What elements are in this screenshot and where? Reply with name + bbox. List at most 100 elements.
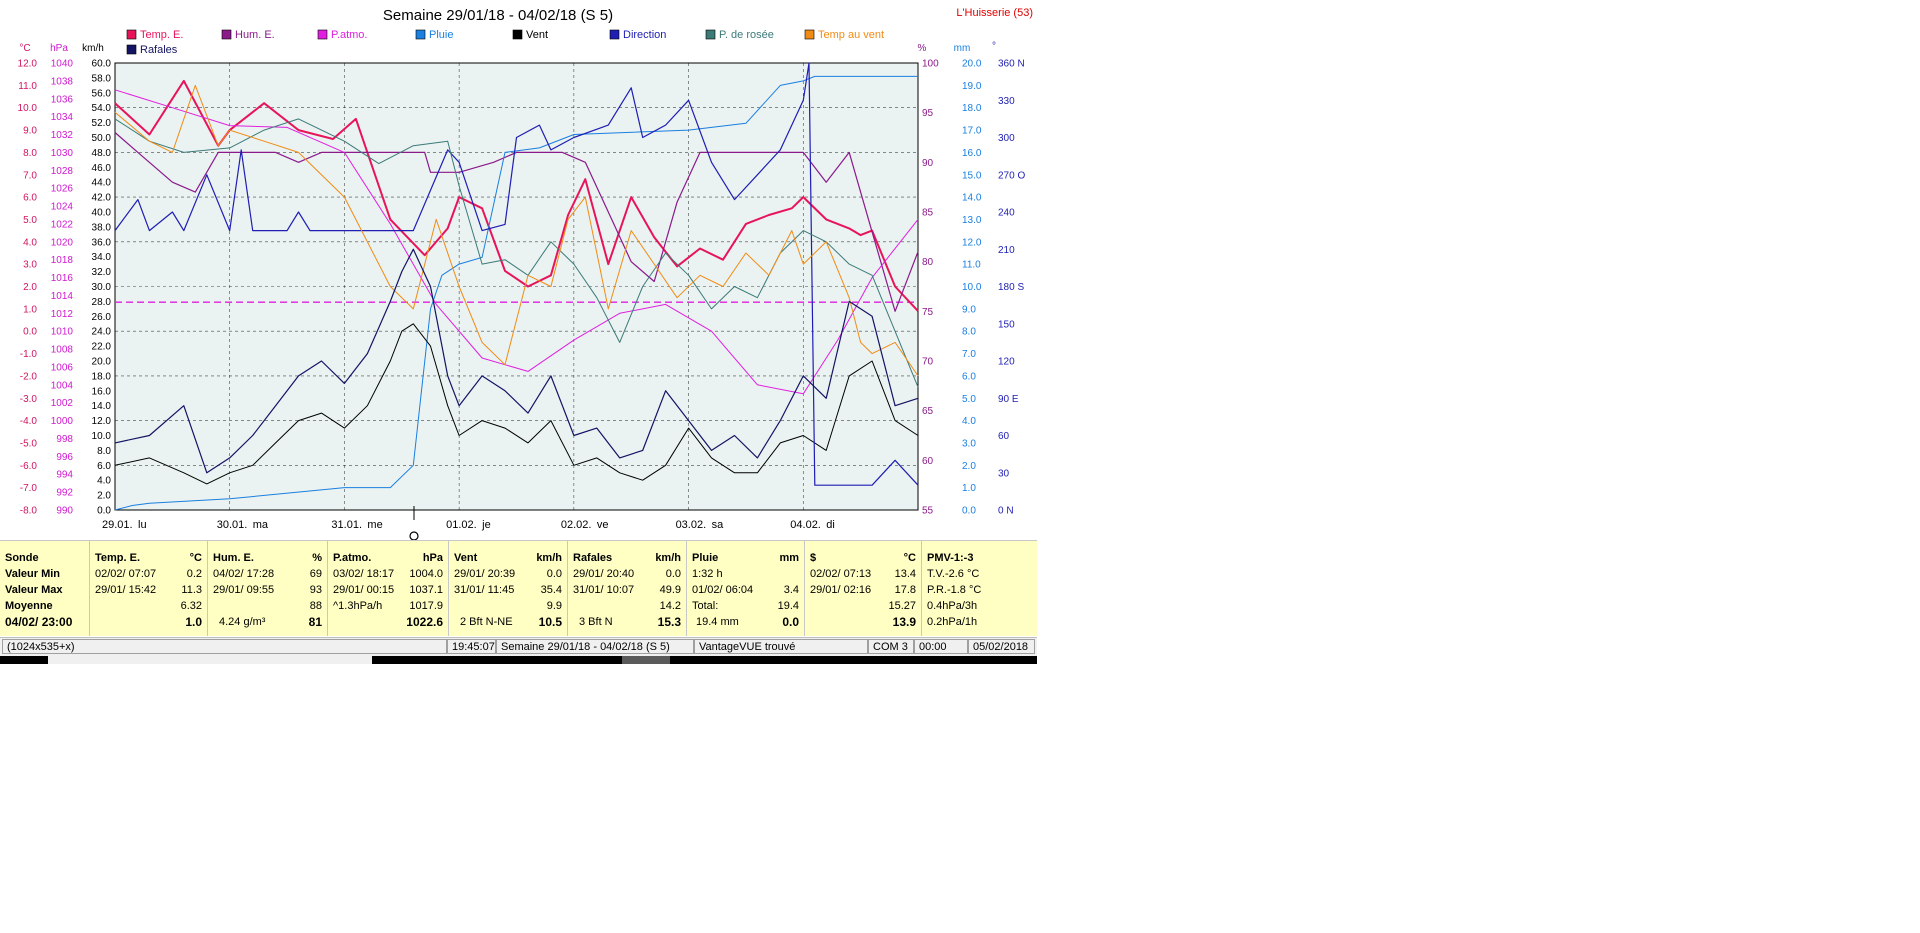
stats-col-gust: Rafales km/h 29/01/ 20:40 0.0 31/01/ 10:07… (568, 541, 687, 636)
x-date-6: 04.02. (790, 519, 821, 531)
legend-label-2: P.atmo. (331, 29, 368, 41)
tick-dir-2: 300 (998, 133, 1015, 144)
rain-duration: 1:32 h (692, 568, 723, 580)
temp-unit: °C (189, 552, 202, 564)
tick-wind-24: 12.0 (92, 416, 112, 427)
weather-app-window: Semaine 29/01/18 - 04/02/18 (S 5) L'Huis… (0, 0, 1037, 667)
tick-dir-7: 150 (998, 319, 1015, 330)
status-bar: (1024x535+x) 19:45:07 Semaine 29/01/18 -… (0, 637, 1037, 656)
rain-max-time: 01/02/ 06:04 (692, 584, 754, 596)
temp-title: Temp. E. (95, 552, 141, 564)
tick-temp-9: 3.0 (23, 260, 37, 271)
tick-wind-11: 38.0 (92, 222, 112, 233)
tick-rain-18: 2.0 (962, 461, 976, 472)
tick-hum-5: 75 (922, 307, 934, 318)
tick-rain-6: 14.0 (962, 193, 982, 204)
stats-col-dollar: $ °C 02/02/ 07:13 13.4 29/01/ 02:16 17.8 15… (805, 541, 922, 636)
tick-temp-6: 6.0 (23, 193, 37, 204)
tick-wind-21: 18.0 (92, 371, 112, 382)
legend-label-8: Rafales (140, 44, 178, 56)
legend-swatch-4 (512, 29, 523, 40)
tick-rain-12: 8.0 (962, 327, 976, 338)
wind-max-time: 31/01/ 11:45 (454, 584, 515, 596)
pmv-tv: T.V.-2.6 °C (927, 568, 980, 580)
tick-hum-3: 85 (922, 208, 934, 219)
rain-current: 0.0 (782, 615, 799, 629)
status-station: VantageVUE trouvé (694, 639, 868, 654)
hum-max: 93 (309, 584, 322, 596)
tick-rain-13: 7.0 (962, 349, 976, 360)
dollar-max: 17.8 (894, 584, 916, 596)
gust-max: 49.9 (659, 584, 681, 596)
tick-wind-4: 52.0 (92, 118, 112, 129)
tick-press-0: 1040 (51, 59, 74, 70)
tick-wind-2: 56.0 (92, 88, 112, 99)
status-port: COM 3 (868, 639, 914, 654)
tick-temp-10: 2.0 (23, 282, 37, 293)
tick-wind-28: 4.0 (97, 476, 111, 487)
x-day-0: lu (138, 519, 147, 531)
tick-wind-12: 36.0 (92, 237, 112, 248)
tick-dir-3: 270 O (998, 170, 1025, 181)
tick-dir-6: 180 S (998, 282, 1024, 293)
x-date-4: 02.02. (561, 519, 592, 531)
tick-temp-12: 0.0 (23, 327, 37, 338)
press-min-time: 03/02/ 18:17 (333, 568, 395, 580)
status-date: 05/02/2018 (968, 639, 1035, 654)
tick-press-1: 1038 (51, 76, 74, 87)
wind-min-time: 29/01/ 20:39 (454, 568, 516, 580)
x-date-5: 03.02. (676, 519, 707, 531)
tick-wind-10: 40.0 (92, 208, 112, 219)
temp-min: 0.2 (186, 568, 202, 580)
x-day-6: di (826, 519, 835, 531)
tick-wind-17: 26.0 (92, 312, 112, 323)
tick-wind-23: 14.0 (92, 401, 112, 412)
tick-hum-9: 55 (922, 506, 934, 517)
legend-swatch-2 (317, 29, 328, 40)
legend-label-7: Temp au vent (818, 29, 884, 41)
gust-min-time: 29/01/ 20:40 (573, 568, 635, 580)
rain-total: 19.4 (777, 600, 799, 612)
tick-press-23: 994 (56, 470, 73, 481)
tick-wind-16: 28.0 (92, 297, 112, 308)
rain-title: Pluie (692, 552, 719, 564)
weekly-weather-chart[interactable]: Semaine 29/01/18 - 04/02/18 (S 5) L'Huis… (0, 0, 1037, 540)
hum-min-time: 04/02/ 17:28 (213, 568, 275, 580)
tick-press-11: 1018 (51, 255, 74, 266)
tick-press-19: 1002 (51, 398, 74, 409)
press-unit: hPa (422, 552, 443, 564)
tick-hum-7: 65 (922, 406, 934, 417)
press-current: 1022.6 (406, 615, 443, 629)
legend-swatch-0 (126, 29, 137, 40)
legend-label-0: Temp. E. (140, 29, 183, 41)
hum-unit: % (312, 552, 322, 564)
tick-press-2: 1036 (51, 94, 74, 105)
tick-temp-3: 9.0 (23, 126, 37, 137)
x-day-4: ve (597, 519, 609, 531)
tick-dir-5: 210 (998, 245, 1015, 256)
stats-col-pmv: PMV-1:-3 T.V.-2.6 °C P.R.-1.8 °C 0.4hPa/… (922, 541, 1037, 636)
tick-rain-17: 3.0 (962, 438, 976, 449)
tick-press-14: 1012 (51, 309, 74, 320)
tick-wind-14: 32.0 (92, 267, 112, 278)
tick-rain-9: 11.0 (962, 260, 981, 271)
tick-press-17: 1006 (51, 362, 74, 373)
tick-hum-2: 90 (922, 158, 934, 169)
tick-temp-19: -7.0 (20, 483, 38, 494)
tick-wind-26: 8.0 (97, 446, 111, 457)
tick-temp-20: -8.0 (20, 506, 38, 517)
hum-unit-label: % (918, 43, 927, 54)
tick-dir-12: 0 N (998, 506, 1014, 517)
tick-wind-13: 34.0 (92, 252, 112, 263)
tick-press-5: 1030 (51, 148, 74, 159)
hum-current: 81 (308, 615, 322, 629)
tick-hum-4: 80 (922, 257, 934, 268)
tick-rain-7: 13.0 (962, 215, 982, 226)
tick-rain-15: 5.0 (962, 394, 976, 405)
tick-dir-9: 90 E (998, 394, 1019, 405)
temp-avg: 6.32 (180, 600, 202, 612)
gust-min: 0.0 (665, 568, 681, 580)
tick-press-25: 990 (56, 506, 73, 517)
tick-wind-30: 0.0 (97, 506, 111, 517)
tick-wind-0: 60.0 (92, 59, 112, 70)
